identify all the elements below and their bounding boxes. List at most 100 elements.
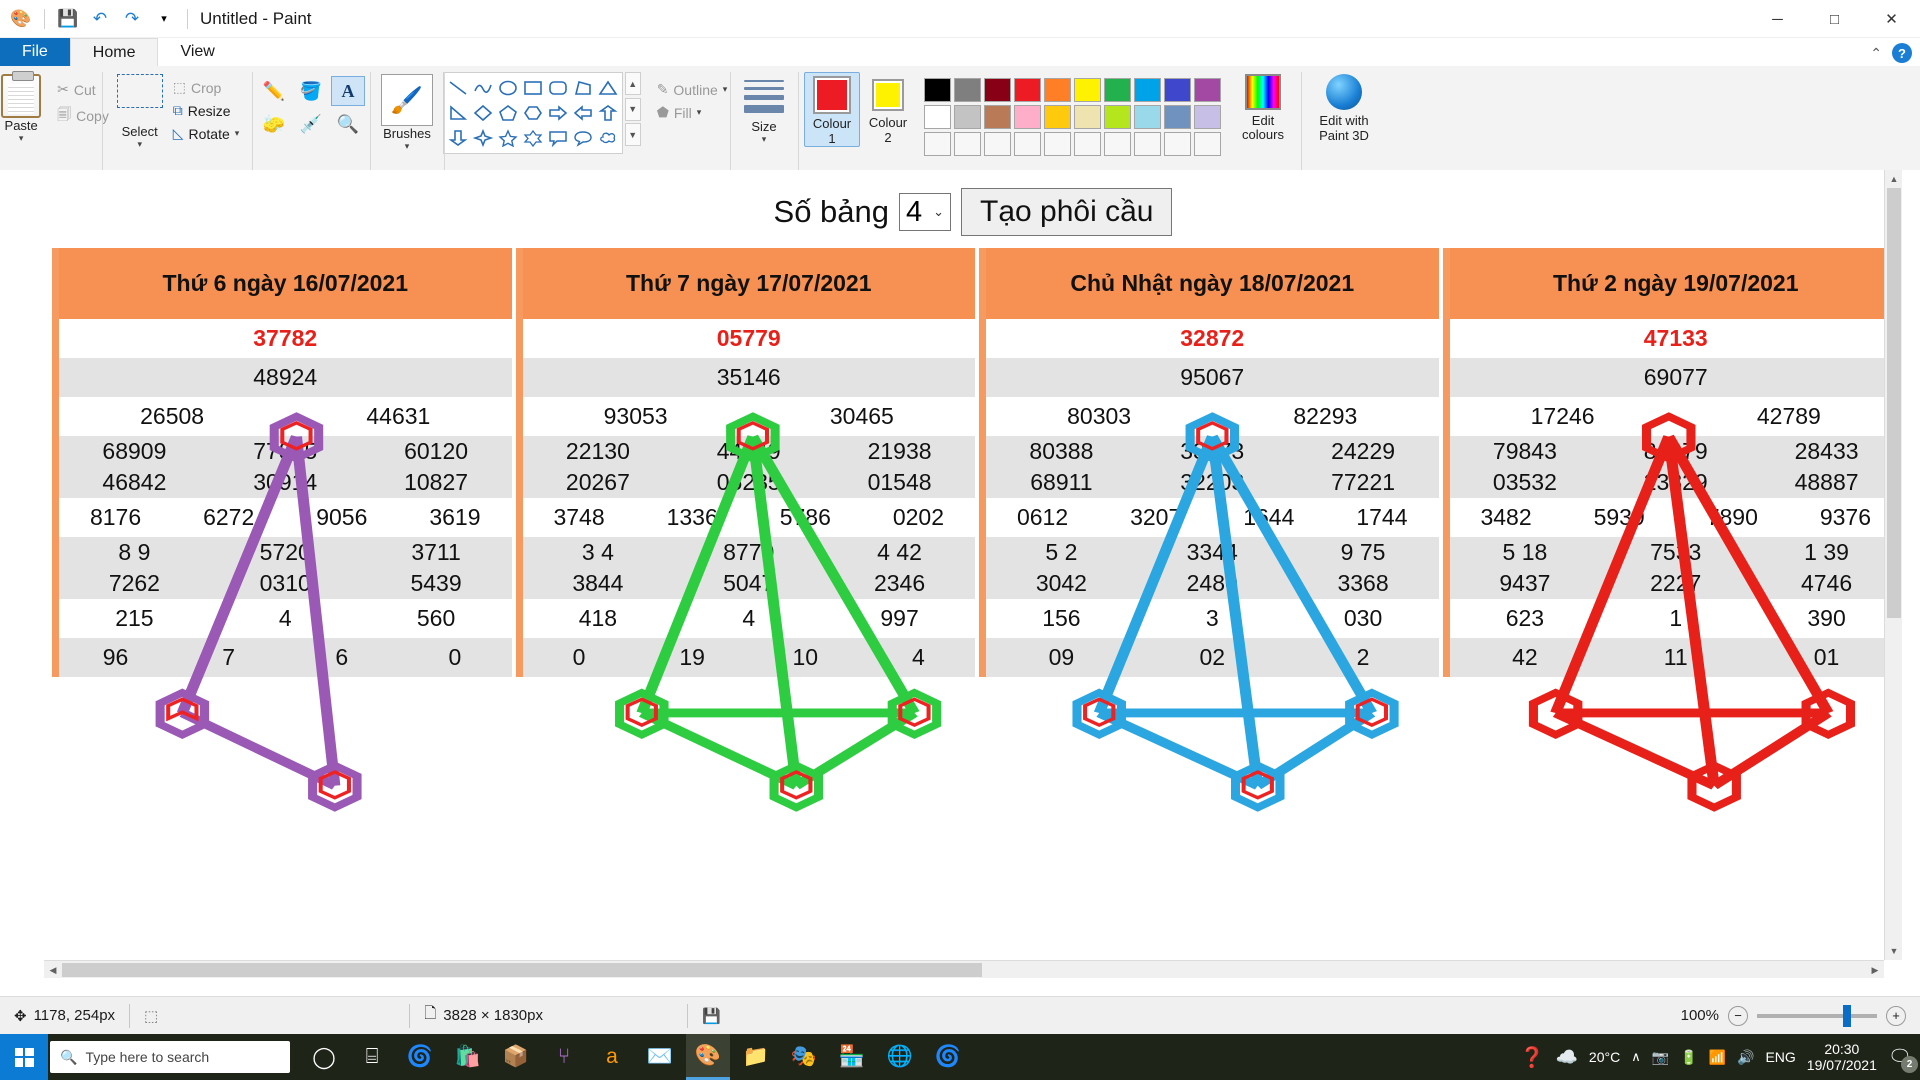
- right-arrow-shape-icon[interactable]: [546, 101, 570, 125]
- palette-swatch[interactable]: [984, 78, 1011, 102]
- resize-button[interactable]: ⧉ Resize: [169, 99, 244, 122]
- palette-swatch[interactable]: [1104, 132, 1131, 156]
- rounded-rectangle-shape-icon[interactable]: [546, 76, 570, 100]
- up-arrow-shape-icon[interactable]: [596, 101, 620, 125]
- outline-button[interactable]: ✎ Outline ▾: [653, 78, 732, 101]
- notifications-button[interactable]: 🗨 2: [1888, 1045, 1918, 1073]
- save-icon[interactable]: 💾: [53, 4, 83, 34]
- paint-icon[interactable]: 🎨: [686, 1034, 730, 1080]
- five-point-star-shape-icon[interactable]: [496, 126, 520, 150]
- chevron-down-icon[interactable]: ▾: [723, 84, 728, 95]
- paste-button[interactable]: Paste ▾: [0, 71, 53, 144]
- palette-swatch[interactable]: [1134, 105, 1161, 129]
- crop-button[interactable]: ⬚ Crop: [169, 76, 244, 99]
- scroll-up-icon[interactable]: ▲: [1885, 170, 1902, 188]
- chevron-down-icon[interactable]: ▾: [19, 133, 24, 144]
- zoom-in-button[interactable]: +: [1886, 1005, 1906, 1026]
- eraser-icon[interactable]: 🧽: [257, 109, 291, 139]
- palette-swatch[interactable]: [1074, 132, 1101, 156]
- shapes-gallery[interactable]: [442, 72, 623, 154]
- palette-swatch[interactable]: [924, 132, 951, 156]
- rotate-button[interactable]: ◺ Rotate ▾: [169, 122, 244, 145]
- zalo-icon[interactable]: 🎭: [782, 1034, 826, 1080]
- clock[interactable]: 20:30 19/07/2021: [1807, 1041, 1877, 1073]
- weather-temperature[interactable]: 20°C: [1589, 1049, 1620, 1065]
- oval-callout-shape-icon[interactable]: [571, 126, 595, 150]
- left-arrow-shape-icon[interactable]: [571, 101, 595, 125]
- amazon-icon[interactable]: a: [590, 1034, 634, 1080]
- select-button[interactable]: Select ▾: [111, 72, 169, 150]
- help-icon[interactable]: ?: [1892, 43, 1912, 63]
- maximize-button[interactable]: □: [1806, 0, 1863, 38]
- palette-swatch[interactable]: [1044, 132, 1071, 156]
- palette-swatch[interactable]: [1194, 105, 1221, 129]
- palette-swatch[interactable]: [1104, 105, 1131, 129]
- scroll-down-icon[interactable]: ▼: [1885, 942, 1902, 960]
- zoom-out-button[interactable]: −: [1728, 1005, 1748, 1026]
- curve-shape-icon[interactable]: [471, 76, 495, 100]
- chevron-down-icon[interactable]: ▾: [405, 141, 410, 152]
- language-indicator[interactable]: ENG: [1765, 1049, 1795, 1065]
- pentagon-shape-icon[interactable]: [496, 101, 520, 125]
- zoom-slider[interactable]: [1757, 1004, 1877, 1027]
- volume-icon[interactable]: 🔊: [1737, 1049, 1754, 1066]
- chevron-down-icon[interactable]: ▾: [762, 134, 767, 145]
- start-button[interactable]: [0, 1034, 48, 1080]
- palette-swatch[interactable]: [954, 132, 981, 156]
- help-icon[interactable]: ❓: [1520, 1045, 1545, 1070]
- scroll-down-icon[interactable]: ▼: [624, 97, 641, 121]
- palette-swatch[interactable]: [954, 78, 981, 102]
- palette-swatch[interactable]: [1164, 78, 1191, 102]
- scroll-left-icon[interactable]: ◀: [44, 961, 62, 978]
- palette-swatch[interactable]: [1014, 132, 1041, 156]
- canvas-area[interactable]: Số bảng 123456 ⌄ Tạo phôi cầu Thứ 6 ngày…: [0, 170, 1920, 996]
- four-point-star-shape-icon[interactable]: [471, 126, 495, 150]
- task-view-icon[interactable]: ⌸: [350, 1034, 394, 1080]
- palette-swatch[interactable]: [1074, 78, 1101, 102]
- colour-1-button[interactable]: Colour 1: [804, 72, 860, 147]
- polygon-shape-icon[interactable]: [571, 76, 595, 100]
- palette-swatch[interactable]: [954, 105, 981, 129]
- size-button[interactable]: Size ▾: [732, 72, 796, 145]
- paint-app-icon[interactable]: 🎨: [6, 4, 36, 34]
- app-icon[interactable]: 🏪: [830, 1034, 874, 1080]
- triangle-shape-icon[interactable]: [596, 76, 620, 100]
- edge-icon[interactable]: 🌀: [398, 1034, 442, 1080]
- edit-colours-button[interactable]: Edit colours: [1231, 72, 1295, 143]
- six-point-star-shape-icon[interactable]: [521, 126, 545, 150]
- vertical-scroll-thumb[interactable]: [1887, 188, 1901, 618]
- cloud-callout-shape-icon[interactable]: [596, 126, 620, 150]
- brushes-button[interactable]: 🖌️ Brushes ▾: [375, 72, 439, 152]
- battery-icon[interactable]: 🔋: [1680, 1049, 1697, 1066]
- pencil-icon[interactable]: ✏️: [257, 76, 291, 106]
- minimize-button[interactable]: ─: [1749, 0, 1806, 38]
- rounded-callout-shape-icon[interactable]: [546, 126, 570, 150]
- scroll-right-icon[interactable]: ▶: [1866, 961, 1884, 978]
- camera-icon[interactable]: 📷: [1652, 1049, 1669, 1066]
- diamond-shape-icon[interactable]: [471, 101, 495, 125]
- palette-swatch[interactable]: [924, 78, 951, 102]
- right-triangle-shape-icon[interactable]: [446, 101, 470, 125]
- show-hidden-icons-icon[interactable]: ∧: [1631, 1049, 1641, 1065]
- palette-swatch[interactable]: [1194, 132, 1221, 156]
- palette-swatch[interactable]: [1164, 132, 1191, 156]
- palette-swatch[interactable]: [984, 105, 1011, 129]
- magnifier-icon[interactable]: 🔍: [331, 109, 365, 139]
- undo-icon[interactable]: ↶: [85, 4, 115, 34]
- edit-with-paint3d-button[interactable]: Edit with Paint 3D: [1305, 72, 1383, 144]
- colour-picker-icon[interactable]: 💉: [294, 109, 328, 139]
- fill-icon[interactable]: 🪣: [294, 76, 328, 106]
- palette-swatch[interactable]: [924, 105, 951, 129]
- palette-swatch[interactable]: [1104, 78, 1131, 102]
- line-shape-icon[interactable]: [446, 76, 470, 100]
- collapse-ribbon-icon[interactable]: ⌃: [1870, 45, 1882, 62]
- palette-swatch[interactable]: [1164, 105, 1191, 129]
- close-button[interactable]: ✕: [1863, 0, 1920, 38]
- palette-swatch[interactable]: [1134, 78, 1161, 102]
- rectangle-shape-icon[interactable]: [521, 76, 545, 100]
- expand-gallery-icon[interactable]: ▼: [624, 123, 641, 146]
- tab-view[interactable]: View: [158, 38, 236, 66]
- explorer-icon[interactable]: 📁: [734, 1034, 778, 1080]
- fork-icon[interactable]: ⑂: [542, 1034, 586, 1080]
- down-arrow-shape-icon[interactable]: [446, 126, 470, 150]
